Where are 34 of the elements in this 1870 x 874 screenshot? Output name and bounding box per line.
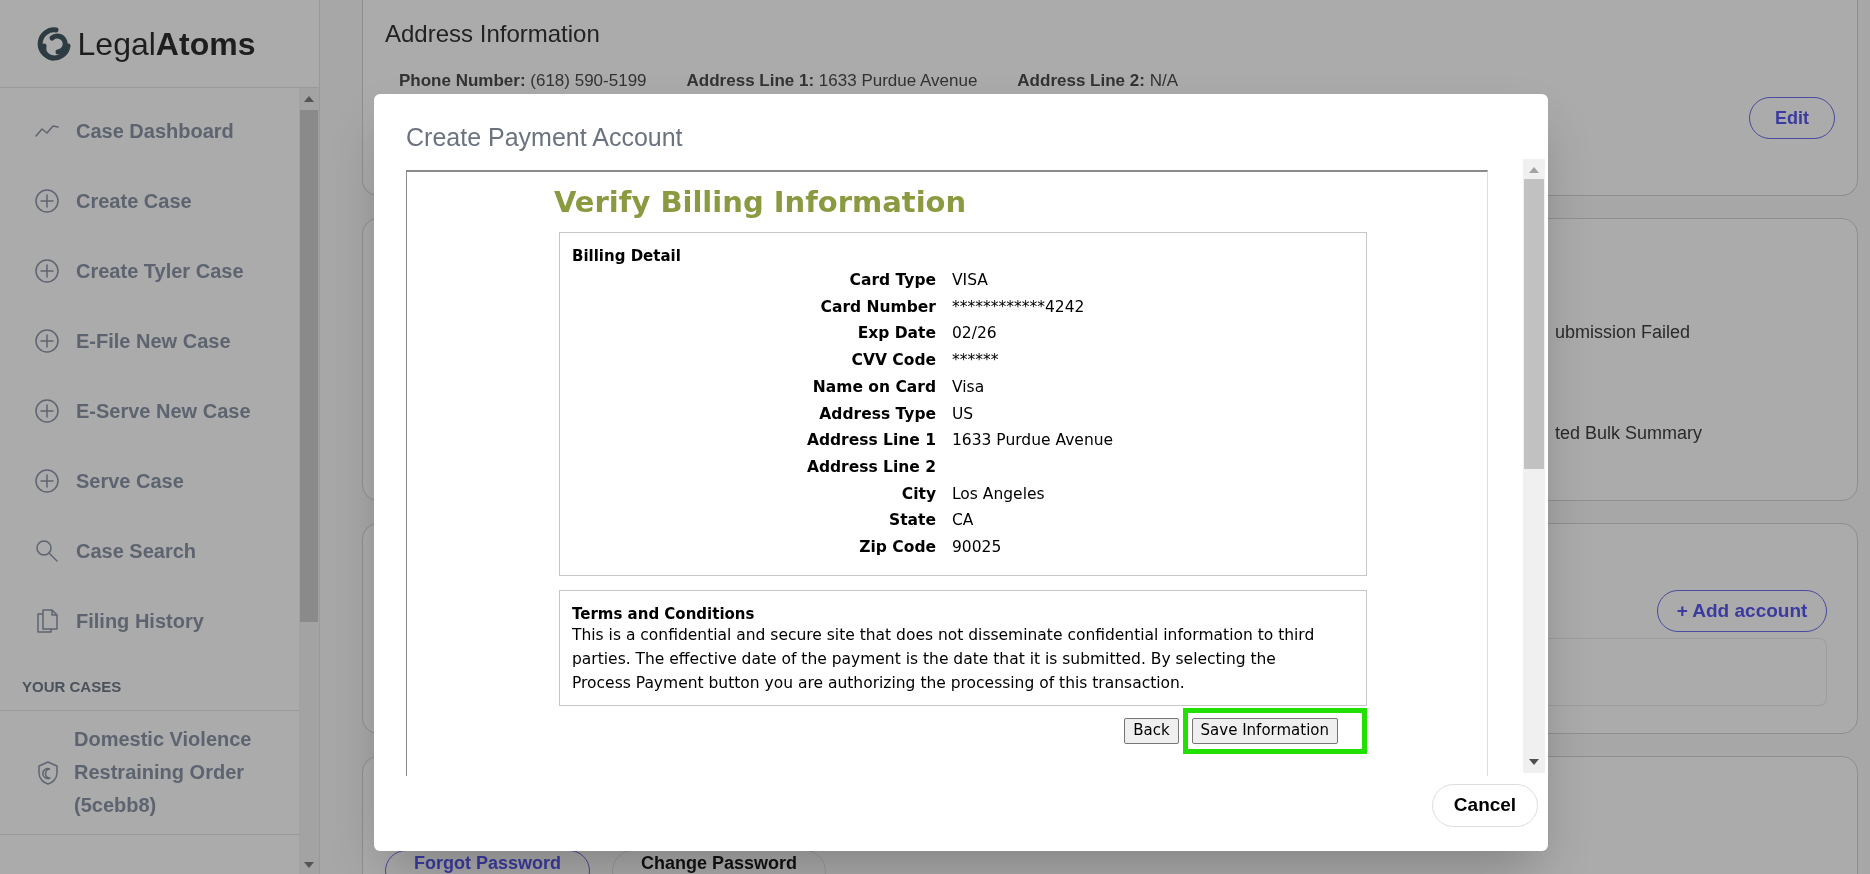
field-value: CA: [952, 510, 975, 532]
field-value: Visa: [952, 376, 986, 398]
field-value: ******: [952, 350, 1000, 372]
field-label: Address Line 2: [805, 456, 936, 478]
card-title: Address Information: [385, 19, 601, 49]
field-label: Name on Card: [811, 376, 936, 398]
panel-title: Billing Detail: [572, 247, 682, 265]
status-text: ubmission Failed: [1555, 321, 1692, 344]
dialog-title: Create Payment Account: [406, 122, 683, 154]
field-value: ************4242: [952, 296, 1086, 318]
field-value: 1633 Purdue Avenue: [952, 430, 1115, 452]
address-field: Phone Number: (618) 590-5199: [399, 68, 647, 94]
field-value: VISA: [952, 270, 989, 291]
status-text: ted Bulk Summary: [1555, 422, 1704, 445]
field-label: Exp Date: [856, 323, 936, 345]
field-value: US: [952, 403, 975, 425]
panel-title: Terms and Conditions: [572, 604, 756, 623]
verify-heading: Verify Billing Information: [554, 184, 968, 220]
field-label: Card Type: [848, 270, 936, 291]
field-label: Address Line 1: [805, 430, 936, 452]
address-field: Address Line 2: N/A: [1017, 68, 1178, 94]
field-label: Card Number: [819, 296, 936, 318]
section-title: YOUR CASES: [22, 677, 123, 697]
field-label: Address Type: [818, 403, 936, 425]
field-value: 90025: [952, 537, 1003, 559]
field-value: 02/26: [952, 323, 998, 345]
field-label: Zip Code: [858, 537, 936, 559]
field-label: City: [900, 483, 936, 505]
address-field: Address Line 1: 1633 Purdue Avenue: [686, 68, 978, 94]
field-label: CVV Code: [850, 350, 936, 372]
logo-text: LegalAtoms: [77, 24, 256, 64]
field-label: State: [888, 510, 936, 532]
field-value: Los Angeles: [952, 483, 1046, 505]
terms-text: This is a confidential and secure site that does not disseminate confidential information to third parties. The effective date of the payment is the date that it is submitted. By selecting the Process Payment button you are authorizing the processing of this transaction.: [572, 624, 1316, 694]
